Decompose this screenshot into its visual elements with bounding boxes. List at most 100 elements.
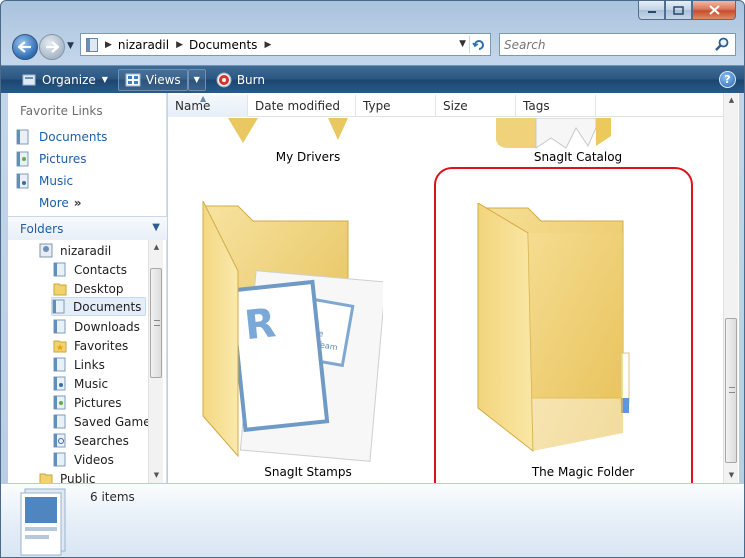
favorite-link-music[interactable]: Music (16, 172, 73, 190)
content-scroll-thumb[interactable] (725, 318, 737, 463)
column-date-modified[interactable]: Date modified (248, 95, 356, 117)
column-type[interactable]: Type (356, 95, 436, 117)
tree-item-label: Pictures (74, 395, 122, 410)
tree-item-music[interactable]: Music (53, 374, 108, 393)
views-label: Views (145, 72, 181, 87)
views-button[interactable]: Views (117, 68, 188, 91)
tree-item-label: Documents (73, 299, 142, 314)
multiple-items-icon (20, 488, 66, 556)
refresh-icon (471, 40, 484, 50)
navigation-pane: Favorite Links Documents Pictures Music … (8, 93, 167, 483)
tree-item-pictures[interactable]: Pictures (53, 393, 122, 412)
forward-button[interactable] (39, 34, 65, 60)
saved-games-icon (53, 414, 66, 429)
videos-icon (53, 452, 66, 467)
command-bar: Organize ▼ Views ▼ Burn ? (1, 65, 744, 93)
favorite-link-label: Pictures (39, 152, 87, 166)
scroll-up-icon[interactable]: ▲ (149, 240, 164, 255)
music-icon (53, 376, 66, 391)
tree-item-searches[interactable]: Searches (53, 431, 129, 450)
star-folder-icon (53, 340, 67, 353)
links-icon (53, 357, 66, 372)
address-bar[interactable]: ▶ nizaradil ▶ Documents ▶ ▼ (80, 33, 491, 56)
minimize-button[interactable] (638, 1, 665, 20)
tree-item-favorites[interactable]: Favorites (53, 336, 128, 355)
column-name[interactable]: ▲ Name (168, 94, 248, 117)
content-scrollbar[interactable]: ▲ ▼ (723, 93, 738, 483)
column-tags[interactable]: Tags (516, 95, 596, 117)
views-dropdown-button[interactable]: ▼ (187, 68, 206, 91)
search-icon[interactable] (715, 37, 729, 51)
scroll-up-icon[interactable]: ▲ (724, 93, 739, 108)
recent-pages-dropdown[interactable]: ▼ (67, 41, 77, 53)
scroll-down-icon[interactable]: ▼ (149, 468, 164, 483)
tree-item-documents[interactable]: Documents (51, 297, 147, 316)
tree-item-contacts[interactable]: Contacts (53, 260, 127, 279)
nav-scrollbar[interactable]: ▲ ▼ (148, 240, 163, 483)
tree-item-links[interactable]: Links (53, 355, 105, 374)
tree-item-label: Links (74, 357, 105, 372)
tree-item-label: Videos (74, 452, 114, 467)
favorite-link-label: Music (39, 174, 74, 188)
favorite-link-documents[interactable]: Documents (16, 128, 107, 146)
scroll-down-icon[interactable]: ▼ (724, 468, 739, 483)
favorite-link-label: Documents (39, 130, 108, 144)
tree-item-saved-games[interactable]: Saved Games (53, 412, 148, 431)
more-label: More (39, 196, 69, 210)
favorite-links-title: Favorite Links (20, 104, 103, 118)
tree-item-label: nizaradil (60, 243, 112, 258)
my-drivers-folder-icon[interactable] (218, 118, 358, 148)
column-size[interactable]: Size (436, 95, 516, 117)
help-icon[interactable]: ? (719, 71, 736, 88)
user-folder-icon (39, 243, 53, 258)
tree-item-desktop[interactable]: Desktop (53, 279, 124, 298)
desktop-folder-icon (53, 283, 67, 296)
search-input[interactable] (504, 37, 704, 52)
snagit-stamps-folder-icon[interactable]: rtware view Team R (198, 201, 383, 463)
breadcrumb-nizaradil[interactable]: nizaradil (118, 38, 169, 52)
search-box[interactable] (499, 33, 736, 56)
nav-scroll-thumb[interactable] (150, 268, 162, 378)
close-icon (708, 5, 720, 15)
maximize-button[interactable] (665, 1, 692, 20)
chevron-right-icon[interactable]: ▶ (264, 40, 271, 50)
item-my-drivers[interactable]: My Drivers (268, 150, 348, 164)
sort-ascending-icon: ▲ (200, 94, 207, 103)
chevron-right-icon[interactable]: ▶ (105, 40, 112, 50)
tree-item-label: Public (60, 471, 96, 484)
address-row: ▼ ▶ nizaradil ▶ Documents ▶ ▼ (1, 25, 744, 63)
documents-icon (16, 129, 29, 145)
downloads-icon (53, 319, 66, 334)
back-button[interactable] (12, 34, 38, 60)
address-history-dropdown[interactable]: ▼ (459, 39, 466, 49)
tree-item-nizaradil[interactable]: nizaradil (39, 241, 111, 260)
tree-item-downloads[interactable]: Downloads (53, 317, 140, 336)
tree-item-label: Downloads (74, 319, 140, 334)
chevron-down-icon: ▼ (101, 75, 108, 84)
highlight-ring (434, 167, 693, 505)
snagit-catalog-folder-icon[interactable] (496, 118, 626, 153)
burn-button[interactable]: Burn (210, 69, 271, 91)
public-folder-icon (39, 473, 53, 483)
tree-item-public[interactable]: Public (39, 469, 96, 483)
organize-icon (22, 74, 36, 85)
views-icon (125, 73, 141, 86)
forward-arrow-icon (46, 41, 59, 53)
organize-button[interactable]: Organize ▼ (15, 69, 114, 91)
chevron-right-icon[interactable]: ▶ (176, 40, 183, 50)
back-arrow-icon (18, 41, 31, 53)
pictures-icon (53, 395, 66, 410)
item-snagit-stamps[interactable]: SnagIt Stamps (258, 465, 358, 479)
column-headers: ▲ Name Date modified Type Size Tags (168, 94, 723, 117)
favorite-link-pictures[interactable]: Pictures (16, 150, 87, 168)
breadcrumb-documents[interactable]: Documents (189, 38, 257, 52)
tree-item-label: Searches (74, 433, 129, 448)
tree-item-videos[interactable]: Videos (53, 450, 114, 469)
close-button[interactable] (692, 1, 736, 20)
pictures-icon (16, 151, 29, 167)
refresh-button[interactable] (469, 36, 487, 53)
burn-disc-icon (216, 72, 232, 87)
folders-header[interactable]: Folders ▼ (8, 216, 167, 240)
more-favorites-link[interactable]: More » (39, 194, 82, 212)
item-snagit-catalog[interactable]: SnagIt Catalog (528, 150, 628, 164)
